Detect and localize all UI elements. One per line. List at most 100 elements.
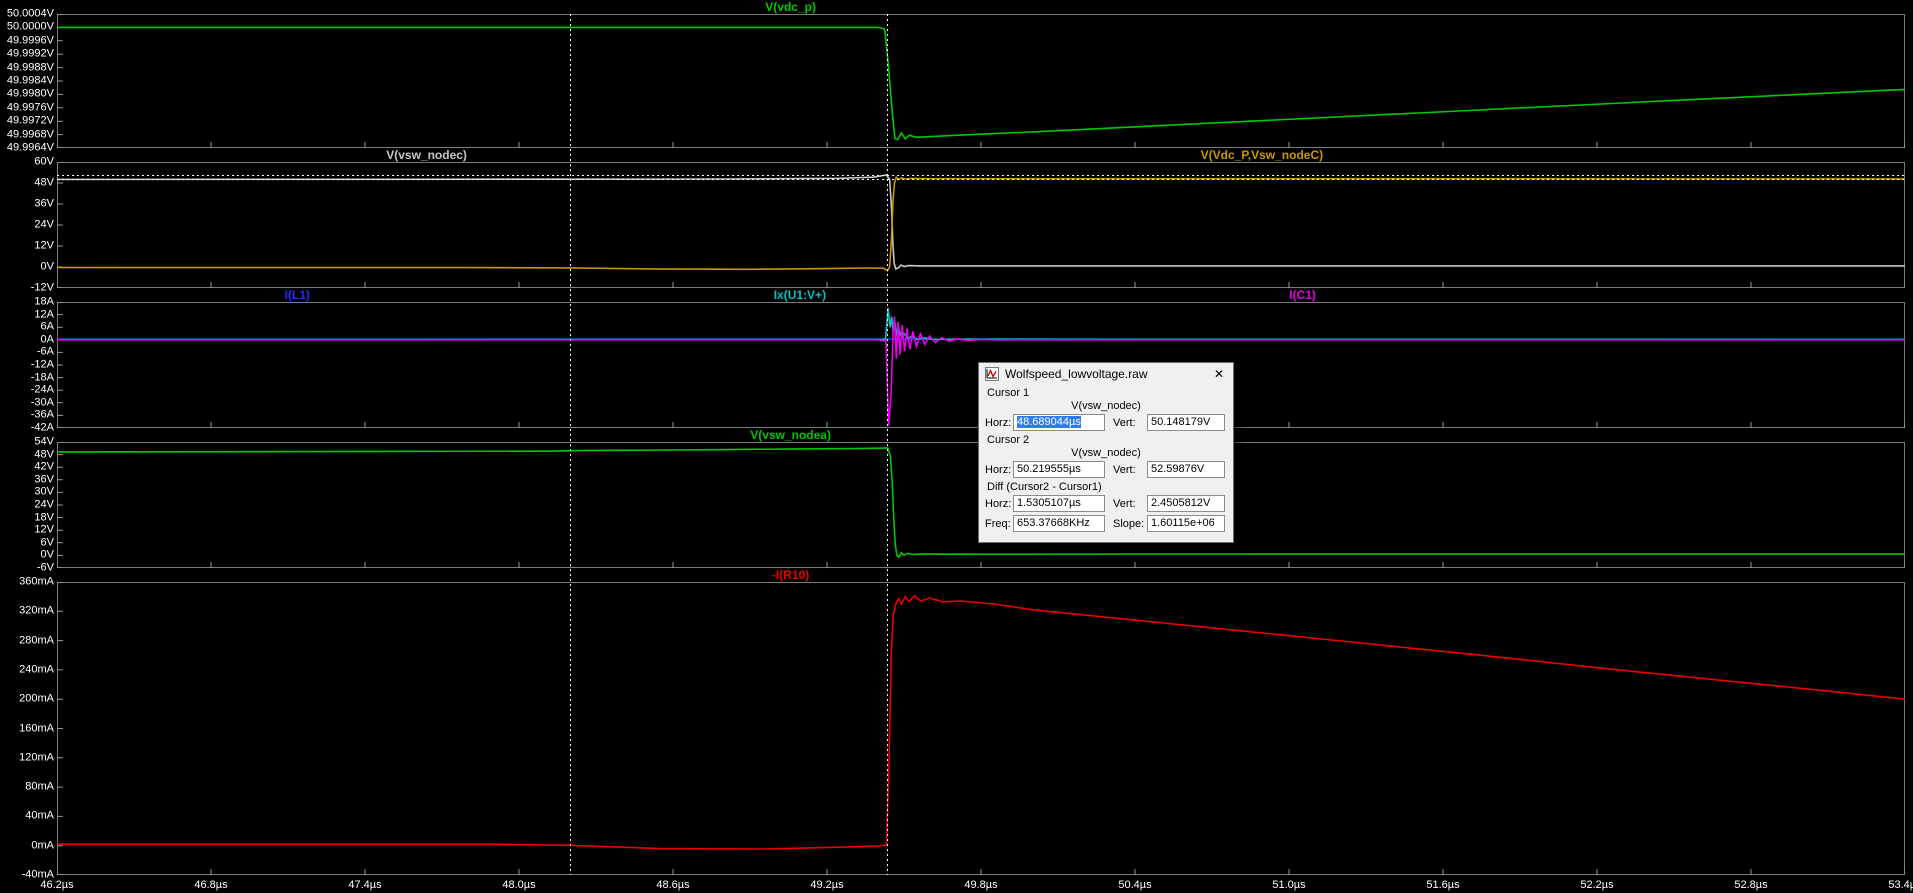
pane-title-row: V(vsw_nodec) V(Vdc_P,Vsw_nodeC) bbox=[0, 148, 1913, 162]
x-tick-label: 52.2µs bbox=[1580, 879, 1614, 891]
y-tick-label: -6A bbox=[36, 345, 54, 358]
diff-horz-field[interactable]: 1.5305107µs bbox=[1013, 495, 1105, 512]
y-tick-label: 48V bbox=[34, 176, 54, 189]
x-tick-label: 51.6µs bbox=[1426, 879, 1460, 891]
diff-vert-field[interactable]: 2.4505812V bbox=[1147, 495, 1225, 512]
slope-field[interactable]: 1.60115e+06 bbox=[1147, 515, 1225, 532]
tick-marks bbox=[57, 162, 1905, 288]
trace-label--I(R10)[interactable]: -I(R10) bbox=[772, 568, 809, 582]
freq-field[interactable]: 653.37668KHz bbox=[1013, 515, 1105, 532]
y-tick-label: 42V bbox=[34, 460, 54, 473]
cursor2-values-row: Horz: 50.219555µs Vert: 52.59876V bbox=[985, 461, 1227, 478]
y-tick-label: 160mA bbox=[19, 722, 54, 734]
cursor-1-horizontal-line[interactable] bbox=[57, 174, 1905, 176]
cursor-dialog[interactable]: Wolfspeed_lowvoltage.raw ✕ Cursor 1 V(vs… bbox=[978, 362, 1234, 543]
x-tick-label: 48.0µs bbox=[502, 879, 536, 891]
y-tick-label: 6V bbox=[40, 536, 54, 549]
y-tick-label: 18A bbox=[34, 295, 54, 308]
y-tick-label: 0V bbox=[40, 260, 54, 273]
cursor1-horz-label: Horz: bbox=[985, 416, 1012, 429]
y-tick-label: 49.9996V bbox=[6, 34, 54, 47]
y-tick-label: 30V bbox=[34, 485, 54, 498]
x-tick-label: 46.8µs bbox=[194, 879, 228, 891]
tick-marks bbox=[57, 14, 1905, 148]
waveform-canvas-vdc_p bbox=[57, 14, 1905, 148]
trace-label-I(L1)[interactable]: I(L1) bbox=[285, 288, 310, 302]
cursor2-trace-name: V(vsw_nodec) bbox=[1071, 447, 1141, 459]
cursor1-vert-field[interactable]: 50.148179V bbox=[1147, 414, 1225, 431]
cursor2-section-label: Cursor 2 bbox=[987, 434, 1030, 446]
cursor-1-vertical-line[interactable] bbox=[570, 14, 572, 875]
y-tick-label: 50.0004V bbox=[6, 7, 54, 20]
trace-V(vsw_nodec) bbox=[57, 174, 1905, 270]
y-tick-label: 360mA bbox=[19, 575, 54, 588]
y-tick-label: 80mA bbox=[25, 780, 54, 793]
y-tick-label: 36V bbox=[34, 473, 54, 486]
cursor1-horz-value: 48.689044µs bbox=[1017, 416, 1081, 428]
y-tick-label: 36V bbox=[34, 197, 54, 210]
y-tick-label: 48V bbox=[34, 448, 54, 461]
y-tick-label: 24V bbox=[34, 498, 54, 511]
cursor2-vert-field[interactable]: 52.59876V bbox=[1147, 461, 1225, 478]
y-tick-label: 50.0000V bbox=[6, 20, 54, 33]
close-icon[interactable]: ✕ bbox=[1211, 367, 1227, 381]
cursor2-horz-field[interactable]: 50.219555µs bbox=[1013, 461, 1105, 478]
trace-label-V(vdc_p)[interactable]: V(vdc_p) bbox=[765, 0, 816, 14]
cursor1-trace-name: V(vsw_nodec) bbox=[1071, 400, 1141, 412]
pane-title-row: V(vsw_nodea) bbox=[0, 428, 1913, 442]
trace-Ix(U1:V+) bbox=[57, 307, 1905, 341]
trace-label-V(Vdc_P,Vsw_nodeC)[interactable]: V(Vdc_P,Vsw_nodeC) bbox=[1201, 148, 1323, 162]
cursor1-vert-label: Vert: bbox=[1113, 416, 1136, 429]
diff-values-row: Horz: 1.5305107µs Vert: 2.4505812V bbox=[985, 495, 1227, 512]
trace-V(Vdc_P,Vsw_nodeC) bbox=[57, 175, 1905, 273]
y-tick-label: 280mA bbox=[19, 634, 54, 647]
trace-label-I(C1)[interactable]: I(C1) bbox=[1289, 288, 1316, 302]
dialog-body: Cursor 1 V(vsw_nodec) Horz: 48.689044µs … bbox=[979, 384, 1233, 542]
waveform-cursor-icon bbox=[985, 366, 999, 381]
trace-V(vdc_p) bbox=[57, 26, 1905, 141]
waveform-canvas-ir10 bbox=[57, 582, 1905, 875]
x-tick-label: 50.4µs bbox=[1118, 879, 1152, 891]
trace-label-V(vsw_nodec)[interactable]: V(vsw_nodec) bbox=[386, 148, 467, 162]
dialog-titlebar[interactable]: Wolfspeed_lowvoltage.raw ✕ bbox=[979, 363, 1233, 384]
pane-title-row: I(L1) Ix(U1:V+) I(C1) bbox=[0, 288, 1913, 302]
x-tick-label: 51.0µs bbox=[1272, 879, 1306, 891]
y-tick-label: 12A bbox=[34, 308, 54, 321]
trace-label-V(vsw_nodea)[interactable]: V(vsw_nodea) bbox=[750, 428, 831, 442]
y-tick-label: 200mA bbox=[19, 692, 54, 705]
cursor-2-horizontal-line[interactable] bbox=[57, 179, 1905, 181]
diff-horz-label: Horz: bbox=[985, 497, 1012, 510]
y-tick-label: 12V bbox=[34, 239, 54, 252]
y-tick-label: 24V bbox=[34, 218, 54, 231]
y-tick-label: 0V bbox=[40, 548, 54, 561]
cursor1-values-row: Horz: 48.689044µs Vert: 50.148179V bbox=[985, 414, 1227, 431]
y-tick-label: 49.9988V bbox=[6, 61, 54, 74]
y-tick-label: 49.9992V bbox=[6, 47, 54, 60]
y-tick-label: 60V bbox=[34, 155, 54, 168]
y-tick-label: 240mA bbox=[19, 663, 54, 676]
cursor2-vert-label: Vert: bbox=[1113, 463, 1136, 476]
pane-title-row: V(vdc_p) bbox=[0, 0, 1913, 14]
trace-label-Ix(U1:V+)[interactable]: Ix(U1:V+) bbox=[774, 288, 826, 302]
y-tick-label: 320mA bbox=[19, 604, 54, 617]
tick-marks bbox=[57, 582, 1905, 875]
y-tick-label: -18A bbox=[30, 371, 54, 384]
y-tick-label: -6V bbox=[36, 561, 54, 574]
x-tick-label: 46.2µs bbox=[40, 879, 74, 891]
y-tick-label: 49.9976V bbox=[6, 101, 54, 114]
y-tick-label: 49.9984V bbox=[6, 74, 54, 87]
waveform-canvas-vsw_nodec bbox=[57, 162, 1905, 288]
cursor-2-vertical-line[interactable] bbox=[886, 14, 888, 875]
y-tick-label: -36A bbox=[30, 408, 54, 421]
y-tick-label: -12V bbox=[30, 281, 54, 294]
x-tick-label: 52.8µs bbox=[1734, 879, 1768, 891]
y-tick-label: 49.9980V bbox=[6, 87, 54, 100]
diff-vert-label: Vert: bbox=[1113, 497, 1136, 510]
y-tick-label: -12A bbox=[30, 358, 54, 371]
y-tick-label: 49.9972V bbox=[6, 114, 54, 127]
y-tick-label: -42A bbox=[30, 421, 54, 434]
slope-label: Slope: bbox=[1113, 517, 1145, 530]
cursor1-horz-field[interactable]: 48.689044µs bbox=[1013, 414, 1105, 431]
cursor2-horz-label: Horz: bbox=[985, 463, 1012, 476]
x-tick-label: 53.4µs bbox=[1888, 879, 1913, 891]
